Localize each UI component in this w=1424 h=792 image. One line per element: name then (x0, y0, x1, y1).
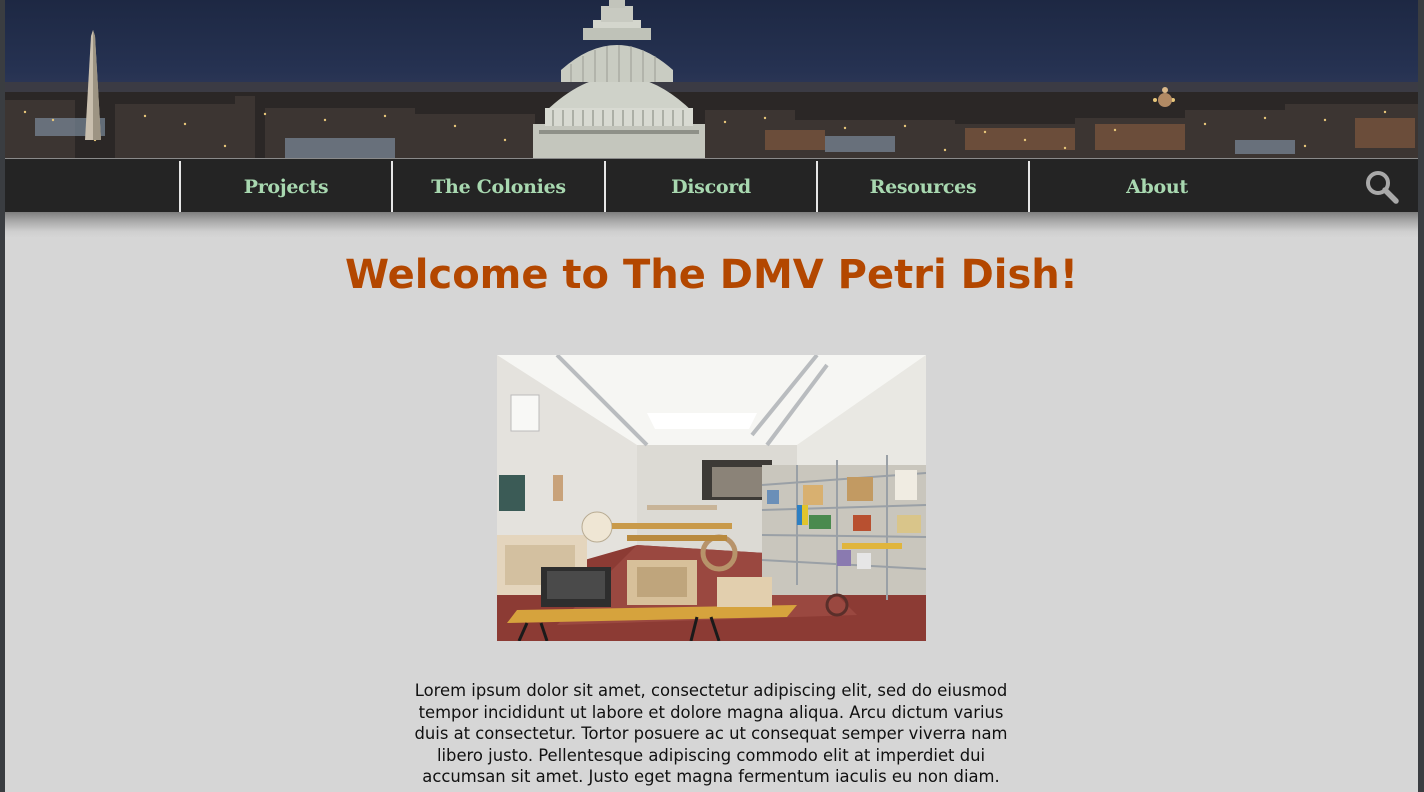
hero-image (497, 355, 926, 641)
page-title: Welcome to The DMV Petri Dish! (344, 252, 1079, 298)
nav-shadow (5, 212, 1418, 238)
nav-item-discord[interactable]: Discord (604, 161, 816, 213)
city-skyline-image (5, 0, 1418, 158)
nav-item-label: Resources (869, 176, 977, 198)
nav-item-label: Projects (243, 176, 329, 198)
page-frame: Projects The Colonies Discord Resources … (5, 0, 1418, 792)
intro-paragraph: Lorem ipsum dolor sit amet, consectetur … (414, 681, 1008, 786)
nav-item-projects[interactable]: Projects (179, 161, 391, 213)
nav-item-resources[interactable]: Resources (816, 161, 1028, 213)
search-button[interactable] (1364, 169, 1400, 205)
search-icon (1366, 171, 1399, 204)
main-nav: Projects The Colonies Discord Resources … (5, 158, 1418, 213)
nav-item-label: The Colonies (431, 176, 566, 198)
nav-item-the-colonies[interactable]: The Colonies (391, 161, 604, 213)
makerspace-workshop-photo (497, 355, 926, 641)
nav-item-label: About (1126, 176, 1188, 198)
header-banner (5, 0, 1418, 158)
nav-item-label: Discord (671, 176, 751, 198)
nav-item-about[interactable]: About (1028, 161, 1284, 213)
